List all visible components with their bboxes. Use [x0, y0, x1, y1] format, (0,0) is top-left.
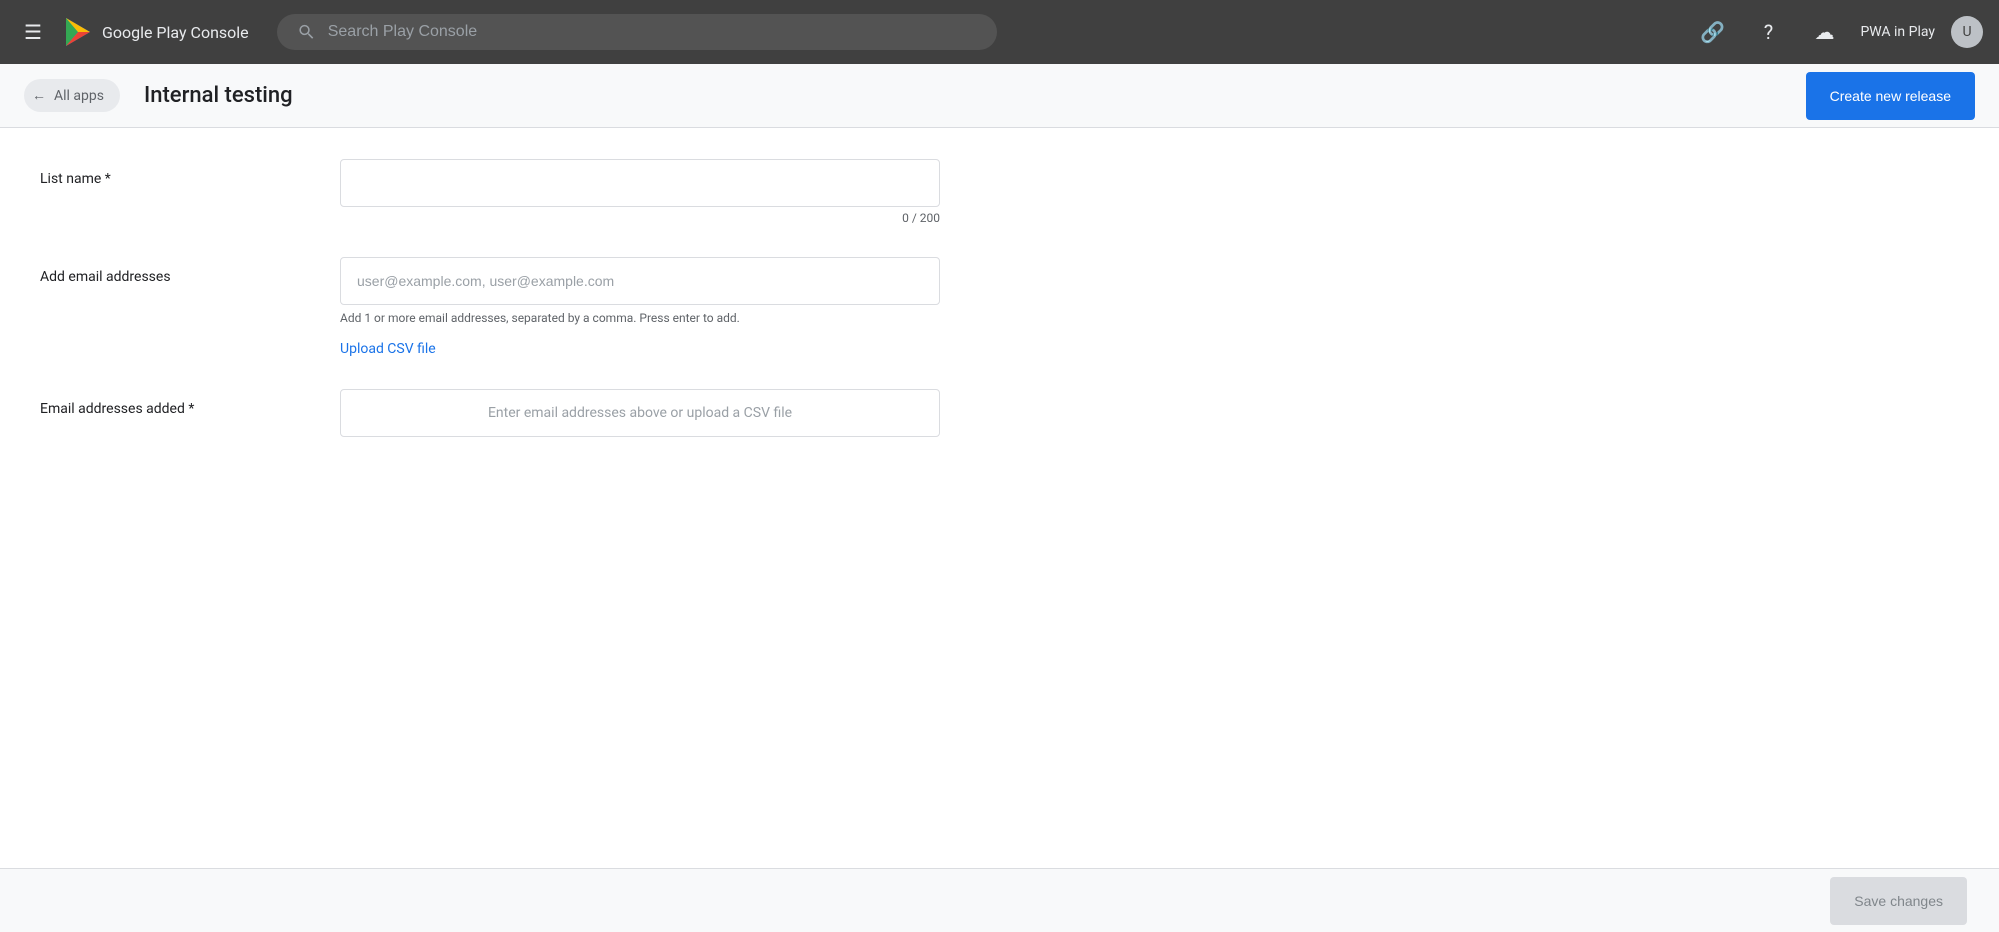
email-added-box: Enter email addresses above or upload a … [340, 389, 940, 437]
create-email-list-modal: Create email list ✕ * — Required fields … [0, 0, 1999, 932]
help-icon-btn[interactable]: ? [1748, 12, 1788, 52]
save-changes-button[interactable]: Save changes [1830, 877, 1967, 925]
sub-nav: ← All apps Internal testing Create new r… [0, 64, 1999, 128]
nav-right-area: 🔗 ? ☁ PWA in Play U [1692, 12, 1983, 52]
email-addresses-label: Add email addresses [40, 257, 300, 285]
email-addresses-input[interactable] [340, 257, 940, 305]
notifications-icon-btn[interactable]: ☁ [1804, 12, 1844, 52]
back-to-all-apps-button[interactable]: ← All apps [24, 79, 120, 112]
logo-text: Google Play Console [102, 23, 249, 42]
app-logo: Google Play Console [62, 16, 249, 48]
back-arrow-icon: ← [32, 87, 46, 104]
upload-csv-link[interactable]: Upload CSV file [340, 341, 436, 357]
modal-body: * — Required fields List name * 0 / 200 … [0, 96, 1999, 868]
avatar-initials: U [1962, 24, 1971, 40]
google-play-logo-icon [62, 16, 94, 48]
email-addresses-added-row: Email addresses added * Enter email addr… [40, 389, 1959, 437]
list-name-char-count: 0 / 200 [340, 211, 940, 225]
top-nav: ☰ Google Play Console 🔗 ? ☁ PWA in Play … [0, 0, 1999, 64]
list-name-row: List name * 0 / 200 [40, 159, 1959, 225]
add-email-addresses-row: Add email addresses Add 1 or more email … [40, 257, 1959, 357]
modal-footer: Save changes [0, 868, 1999, 932]
back-label: All apps [54, 88, 104, 104]
email-addresses-field: Add 1 or more email addresses, separated… [340, 257, 940, 357]
email-addresses-hint: Add 1 or more email addresses, separated… [340, 311, 940, 325]
list-name-label: List name * [40, 159, 300, 187]
link-icon: 🔗 [1700, 20, 1725, 44]
email-added-label: Email addresses added * [40, 389, 300, 417]
list-name-field: 0 / 200 [340, 159, 940, 225]
link-icon-btn[interactable]: 🔗 [1692, 12, 1732, 52]
search-bar[interactable] [277, 14, 997, 50]
create-new-release-button[interactable]: Create new release [1806, 72, 1975, 120]
app-name-label: PWA in Play [1860, 24, 1935, 40]
page-title: Internal testing [144, 83, 293, 108]
email-added-placeholder-text: Enter email addresses above or upload a … [488, 405, 792, 421]
list-name-input[interactable] [340, 159, 940, 207]
help-icon: ? [1764, 20, 1773, 44]
user-avatar[interactable]: U [1951, 16, 1983, 48]
cloud-icon: ☁ [1814, 20, 1834, 44]
hamburger-menu-icon[interactable]: ☰ [16, 12, 50, 52]
email-added-field: Enter email addresses above or upload a … [340, 389, 940, 437]
search-input[interactable] [328, 23, 977, 41]
search-icon [297, 22, 316, 42]
